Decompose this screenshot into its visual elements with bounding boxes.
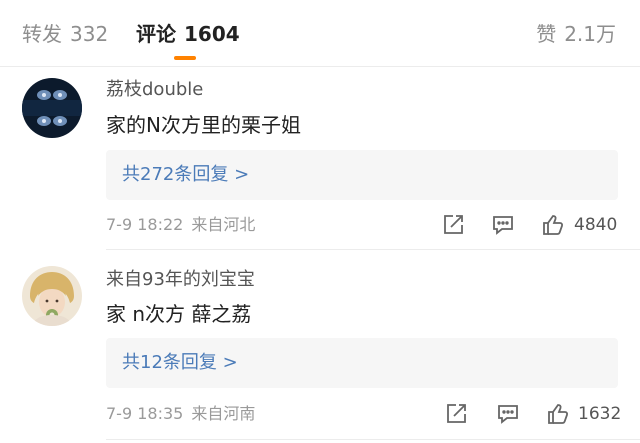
comment-tabs: 转发 332 评论 1604 赞 2.1万 — [0, 0, 640, 67]
avatar[interactable] — [22, 266, 82, 326]
share-icon[interactable] — [443, 401, 469, 427]
tab-repost-label: 转发 — [22, 22, 62, 46]
comment-text: 家 n次方 薛之荔 — [106, 302, 252, 326]
comment-location: 来自河北 — [191, 215, 256, 234]
comment-meta: 7-9 18:22 来自河北 — [106, 214, 255, 236]
tab-like-count: 2.1万 — [564, 22, 616, 46]
share-icon[interactable] — [440, 212, 466, 238]
comment-date: 7-9 18:35 — [106, 404, 184, 423]
thumbs-up-icon[interactable] — [540, 212, 566, 238]
avatar[interactable] — [22, 78, 82, 138]
comment-location: 来自河南 — [191, 404, 256, 423]
like-count: 1632 — [578, 404, 622, 424]
comment-nickname[interactable]: 来自93年的刘宝宝 — [106, 268, 255, 292]
comment-nickname[interactable]: 荔枝double — [106, 78, 203, 102]
tab-comment[interactable]: 评论 1604 — [136, 20, 240, 48]
comment-item: 来自93年的刘宝宝 家 n次方 薛之荔 共12条回复 > 7-9 18:35 来自… — [0, 252, 640, 443]
tab-comment-label: 评论 — [136, 22, 176, 46]
reply-box[interactable]: 共12条回复 > — [106, 338, 618, 388]
comment-item: 荔枝double 家的N次方里的栗子姐 共272条回复 > 7-9 18:22 来… — [0, 66, 640, 250]
tab-repost-count: 332 — [70, 22, 109, 46]
comment-text: 家的N次方里的栗子姐 — [106, 113, 301, 137]
active-tab-indicator — [174, 56, 196, 60]
view-replies-link[interactable]: 共12条回复 > — [122, 350, 238, 376]
comment-divider — [106, 439, 640, 440]
comment-icon[interactable] — [490, 212, 516, 238]
tab-repost[interactable]: 转发 332 — [22, 20, 108, 48]
comment-icon[interactable] — [495, 401, 521, 427]
reply-box[interactable]: 共272条回复 > — [106, 150, 618, 200]
thumbs-up-icon[interactable] — [545, 401, 571, 427]
comment-divider — [106, 249, 640, 250]
tab-like-label: 赞 — [536, 22, 557, 46]
like-count: 4840 — [574, 215, 618, 235]
comment-meta: 7-9 18:35 来自河南 — [106, 403, 255, 425]
view-replies-link[interactable]: 共272条回复 > — [122, 162, 249, 188]
tab-like[interactable]: 赞 2.1万 — [536, 20, 616, 48]
comment-date: 7-9 18:22 — [106, 215, 184, 234]
tab-comment-count: 1604 — [184, 22, 240, 46]
